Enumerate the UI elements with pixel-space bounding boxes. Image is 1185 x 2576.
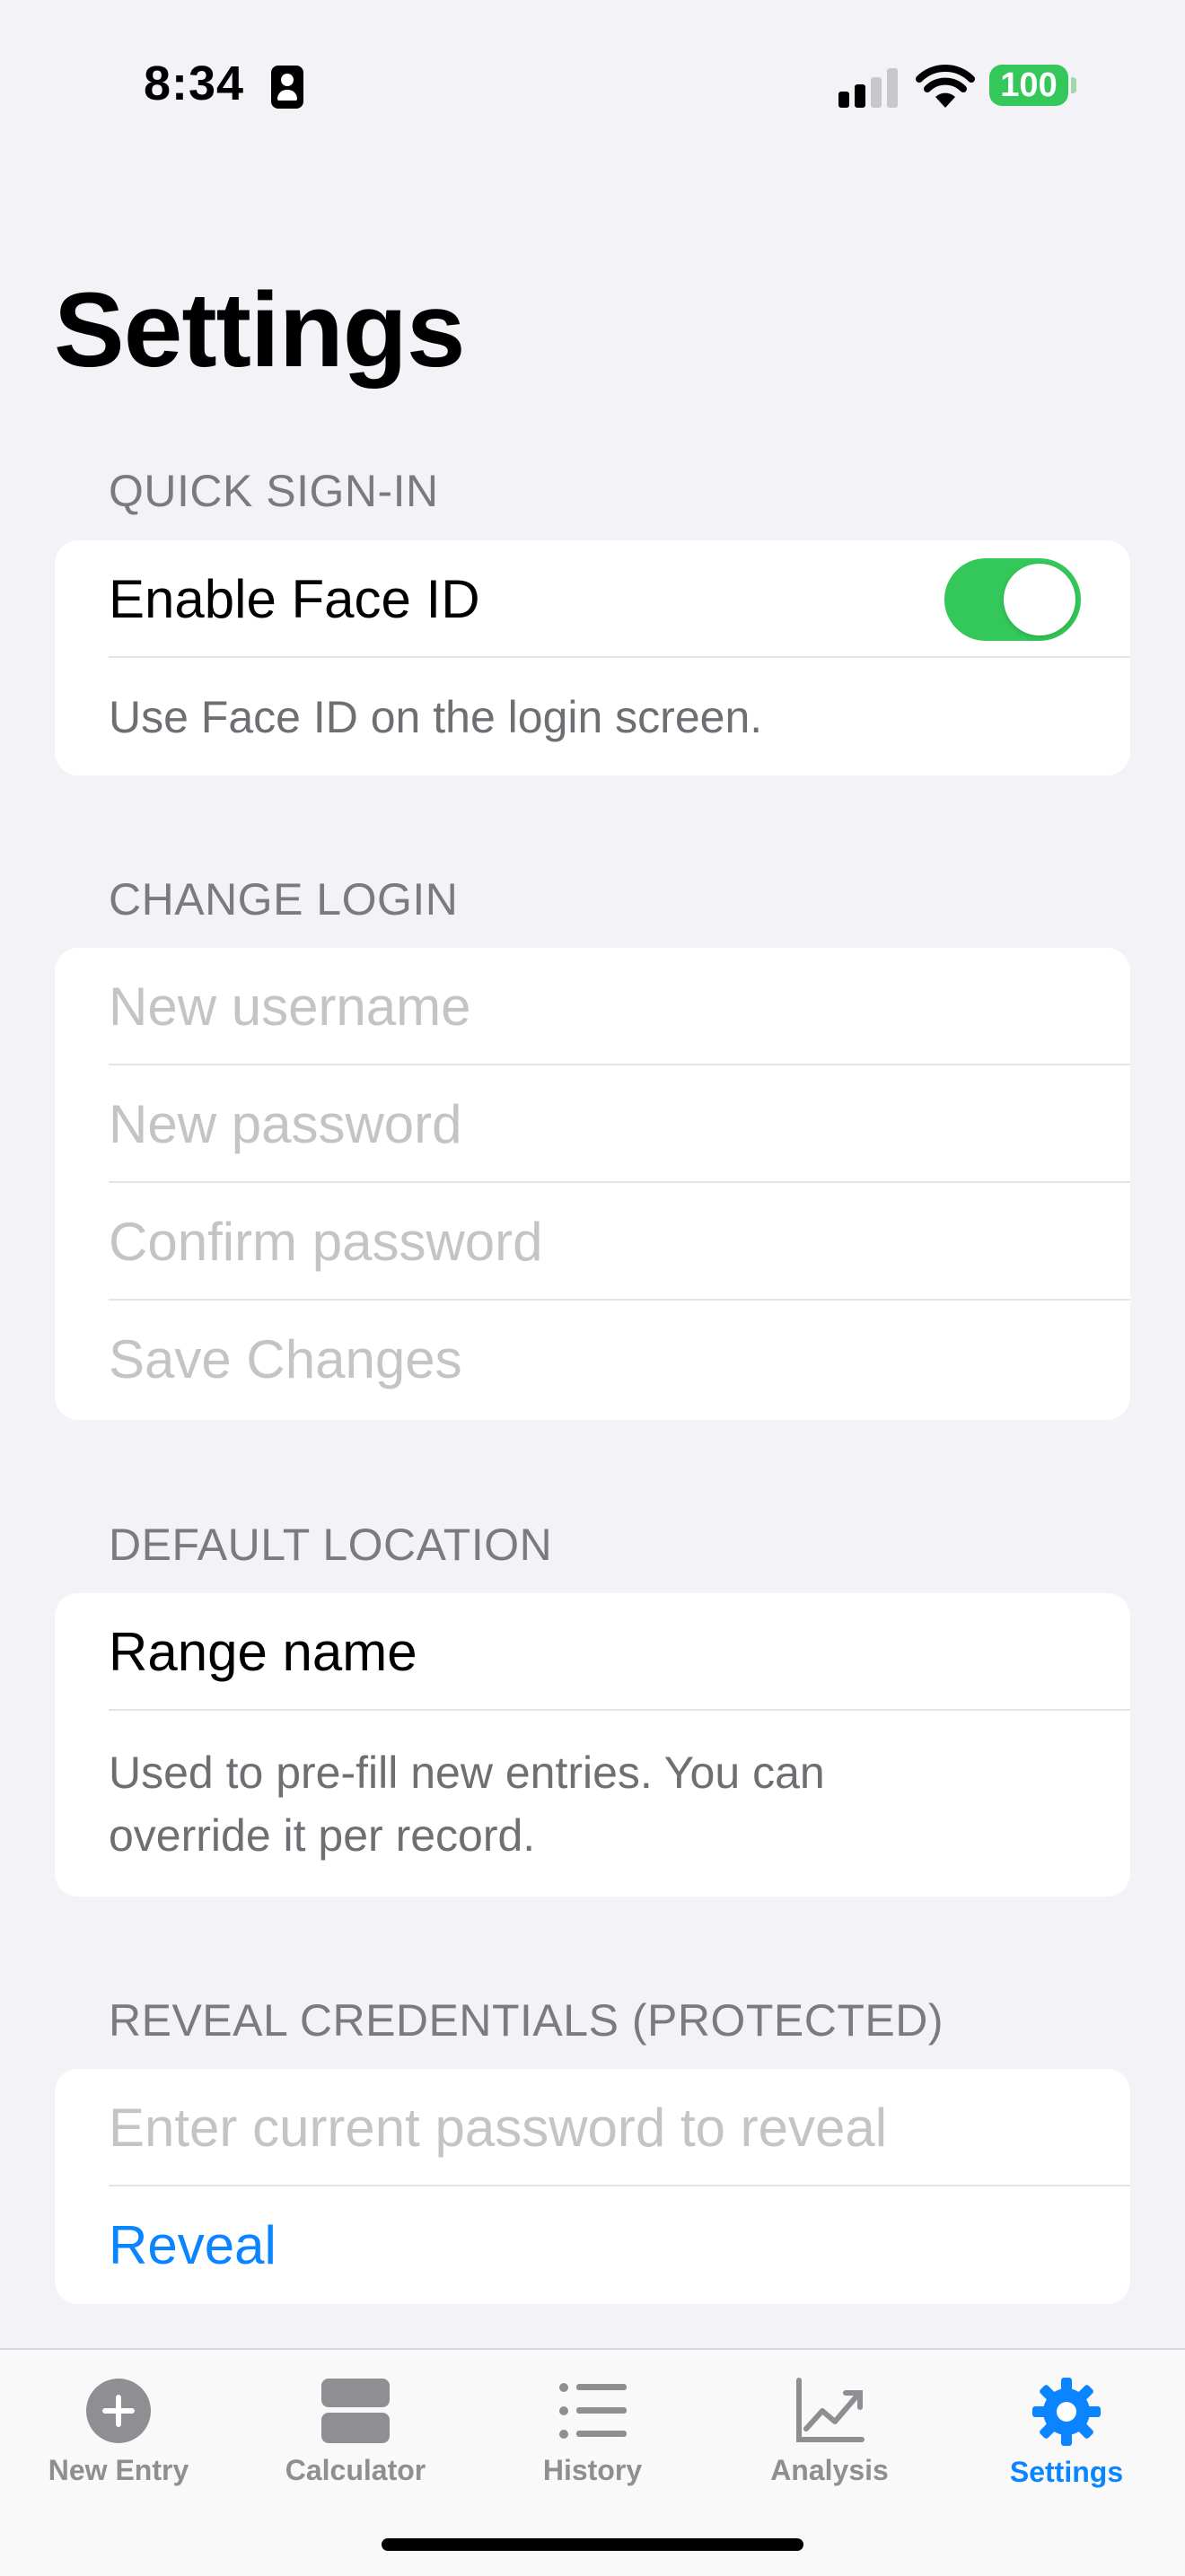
- tab-new-entry[interactable]: New Entry: [0, 2368, 237, 2511]
- tab-label: Settings: [1009, 2456, 1124, 2488]
- footnote-line-2: override it per record.: [109, 1809, 536, 1861]
- battery-indicator: 100: [989, 65, 1068, 106]
- reveal-credentials-card: Enter current password to reveal Reveal: [55, 2069, 1130, 2304]
- confirm-password-field[interactable]: Confirm password: [55, 1183, 1130, 1301]
- reveal-label: Reveal: [109, 2215, 276, 2275]
- range-name-label: Range name: [109, 1622, 417, 1682]
- list-icon: [559, 2383, 627, 2439]
- new-username-placeholder: New username: [109, 977, 471, 1037]
- new-username-field[interactable]: New username: [55, 948, 1130, 1065]
- tab-label: History: [542, 2454, 643, 2486]
- home-indicator: [382, 2538, 803, 2551]
- tab-history[interactable]: History: [474, 2368, 711, 2511]
- save-changes-button[interactable]: Save Changes: [55, 1301, 1130, 1418]
- current-password-placeholder: Enter current password to reveal: [109, 2098, 888, 2158]
- tab-label: Analysis: [770, 2454, 889, 2486]
- cellular-signal-icon: [838, 66, 898, 108]
- face-id-toggle[interactable]: [944, 558, 1081, 641]
- section-header-change-login: CHANGE LOGIN: [109, 874, 459, 924]
- quick-sign-in-card: Enable Face ID Use Face ID on the login …: [55, 540, 1130, 775]
- reveal-button[interactable]: Reveal: [55, 2186, 1130, 2304]
- status-time: 8:34: [144, 57, 245, 110]
- tab-analysis[interactable]: Analysis: [711, 2368, 948, 2511]
- plus-circle-icon: [86, 2379, 151, 2443]
- footnote-line-1: Used to pre-fill new entries. You can: [109, 1747, 825, 1798]
- toggle-knob: [1004, 564, 1075, 635]
- page-title: Settings: [54, 271, 465, 390]
- current-password-field[interactable]: Enter current password to reveal: [55, 2069, 1130, 2186]
- default-location-card: Range name Used to pre-fill new entries.…: [55, 1593, 1130, 1897]
- face-id-row[interactable]: Enable Face ID: [55, 540, 1130, 658]
- chart-icon: [796, 2378, 865, 2442]
- tab-settings[interactable]: Settings: [948, 2368, 1185, 2511]
- new-password-placeholder: New password: [109, 1094, 462, 1154]
- gear-icon: [1032, 2378, 1101, 2446]
- default-location-footnote: Used to pre-fill new entries. You can ov…: [109, 1741, 825, 1867]
- save-changes-label: Save Changes: [109, 1329, 462, 1389]
- face-id-footnote-row: Use Face ID on the login screen.: [55, 658, 1130, 775]
- range-name-field[interactable]: Range name: [55, 1593, 1130, 1711]
- change-login-card: New username New password Confirm passwo…: [55, 948, 1130, 1420]
- section-header-quick-sign-in: QUICK SIGN-IN: [109, 466, 439, 516]
- tab-label: New Entry: [48, 2454, 189, 2486]
- battery-nub: [1071, 77, 1076, 93]
- section-header-reveal-credentials: REVEAL CREDENTIALS (PROTECTED): [109, 1995, 944, 2046]
- default-location-footnote-row: Used to pre-fill new entries. You can ov…: [55, 1711, 1130, 1897]
- wifi-icon: [916, 65, 975, 108]
- status-bar: 8:34 100: [0, 0, 1185, 180]
- tab-label: Calculator: [285, 2454, 426, 2486]
- calculator-icon: [321, 2379, 390, 2443]
- contact-card-icon: [271, 66, 303, 109]
- face-id-label: Enable Face ID: [109, 569, 480, 629]
- section-header-default-location: DEFAULT LOCATION: [109, 1520, 553, 1570]
- face-id-footnote: Use Face ID on the login screen.: [109, 691, 763, 742]
- new-password-field[interactable]: New password: [55, 1065, 1130, 1183]
- tab-calculator[interactable]: Calculator: [237, 2368, 474, 2511]
- confirm-password-placeholder: Confirm password: [109, 1212, 543, 1272]
